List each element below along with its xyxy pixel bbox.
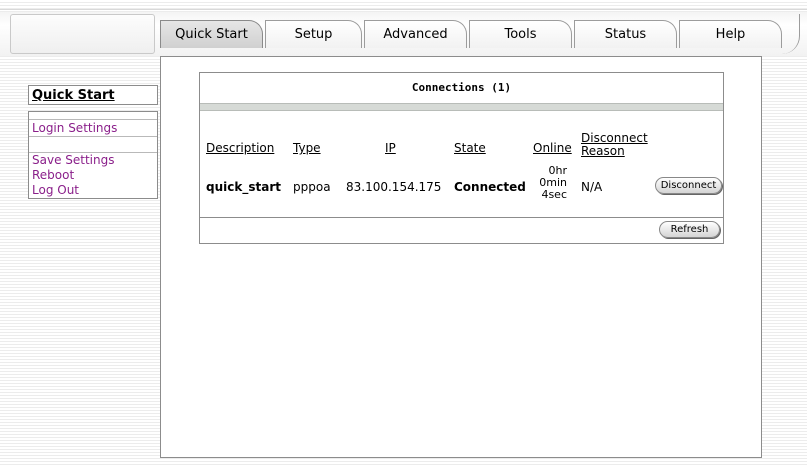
sidebar-item-login-settings[interactable]: Login Settings — [29, 120, 157, 137]
header-disconnect-reason[interactable]: Disconnect Reason — [581, 132, 648, 158]
tab-setup[interactable]: Setup — [265, 20, 362, 48]
tab-help[interactable]: Help — [679, 20, 782, 48]
sidebar: Quick Start Login Settings Save Settings… — [28, 85, 158, 199]
sidebar-item-log-out[interactable]: Log Out — [29, 183, 157, 198]
connections-footer-divider — [200, 217, 723, 218]
row-type: pppoa — [293, 180, 331, 194]
top-rule — [0, 9, 807, 10]
row-ip: 83.100.154.175 — [346, 180, 442, 194]
sidebar-menu: Login Settings Save Settings Reboot Log … — [28, 111, 158, 199]
tab-status[interactable]: Status — [574, 20, 677, 48]
header-ip[interactable]: IP — [385, 141, 396, 155]
tab-quick-start[interactable]: Quick Start — [160, 20, 263, 48]
sidebar-item-save-settings[interactable]: Save Settings — [29, 153, 157, 168]
main-panel: Connections (1) Description Type IP Stat… — [160, 56, 762, 458]
header-online[interactable]: Online — [533, 141, 572, 155]
row-state: Connected — [454, 180, 526, 194]
connections-title-bar — [200, 103, 723, 111]
header-state[interactable]: State — [454, 141, 486, 155]
refresh-button[interactable]: Refresh — [659, 221, 720, 238]
sidebar-item-reboot[interactable]: Reboot — [29, 168, 157, 183]
header-disconnect-reason-line1: Disconnect — [581, 131, 648, 145]
header-description[interactable]: Description — [206, 141, 274, 155]
connections-table: Connections (1) Description Type IP Stat… — [199, 72, 724, 244]
header-disconnect-reason-line2: Reason — [581, 144, 625, 158]
logo-area — [10, 14, 155, 54]
row-online-seconds: 4sec — [541, 188, 567, 201]
main-nav-tabs: Quick Start Setup Advanced Tools Status … — [160, 20, 785, 48]
row-online: 0hr 0min 4sec — [533, 165, 567, 201]
row-description: quick_start — [206, 180, 281, 194]
header-type[interactable]: Type — [293, 141, 321, 155]
tab-tools[interactable]: Tools — [469, 20, 572, 48]
sidebar-title: Quick Start — [28, 85, 158, 105]
tab-advanced[interactable]: Advanced — [364, 20, 467, 48]
disconnect-button[interactable]: Disconnect — [655, 177, 722, 194]
connections-title: Connections (1) — [411, 81, 512, 94]
row-disconnect-reason: N/A — [581, 180, 603, 194]
